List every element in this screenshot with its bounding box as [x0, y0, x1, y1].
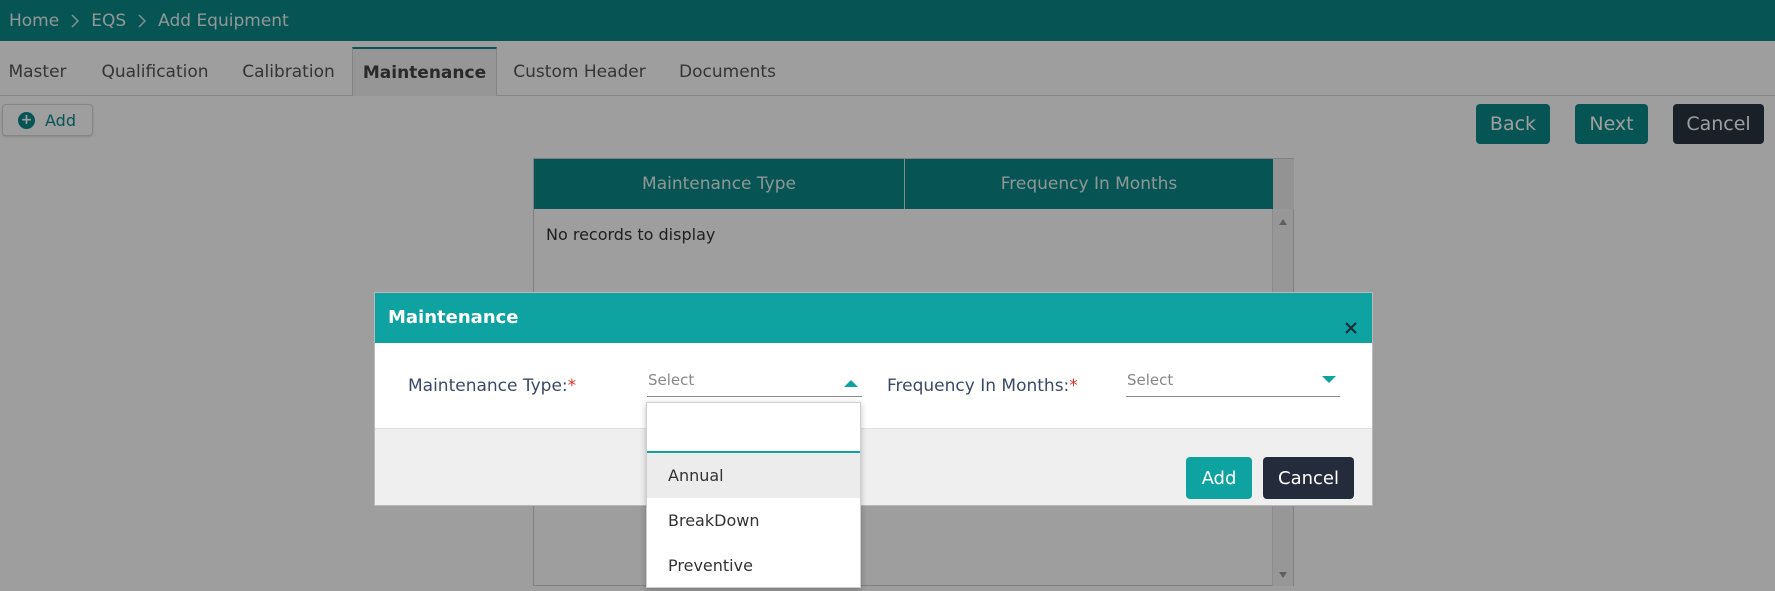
dropdown-option-breakdown[interactable]: BreakDown [647, 498, 860, 543]
dropdown-option-preventive[interactable]: Preventive [647, 543, 860, 588]
dialog-title: Maintenance [388, 307, 519, 328]
frequency-select[interactable]: Select [1126, 365, 1340, 397]
dialog-body: Maintenance Type:* Select Frequency In M… [375, 343, 1372, 428]
caret-up-icon[interactable] [844, 380, 858, 387]
dropdown-search-input[interactable] [647, 403, 860, 453]
dropdown-option-annual[interactable]: Annual [647, 453, 860, 498]
frequency-label: Frequency In Months:* [887, 376, 1078, 396]
frequency-label-text: Frequency In Months: [887, 376, 1070, 396]
dialog-footer: Add Cancel [375, 428, 1372, 505]
caret-down-icon[interactable] [1322, 376, 1336, 383]
maintenance-type-label-text: Maintenance Type: [408, 376, 568, 396]
maintenance-type-placeholder: Select [648, 371, 695, 389]
maintenance-type-dropdown: Annual BreakDown Preventive [646, 402, 861, 588]
dialog-add-button[interactable]: Add [1186, 457, 1252, 499]
maintenance-type-select[interactable]: Select [647, 365, 862, 397]
dialog-cancel-button[interactable]: Cancel [1263, 457, 1354, 499]
frequency-placeholder: Select [1127, 371, 1174, 389]
close-icon[interactable] [1344, 321, 1358, 335]
dialog-header: Maintenance [375, 293, 1372, 343]
required-mark: * [1069, 376, 1078, 396]
maintenance-type-label: Maintenance Type:* [408, 376, 576, 396]
maintenance-dialog: Maintenance Maintenance Type:* Select Fr… [374, 292, 1373, 506]
required-mark: * [567, 376, 577, 396]
